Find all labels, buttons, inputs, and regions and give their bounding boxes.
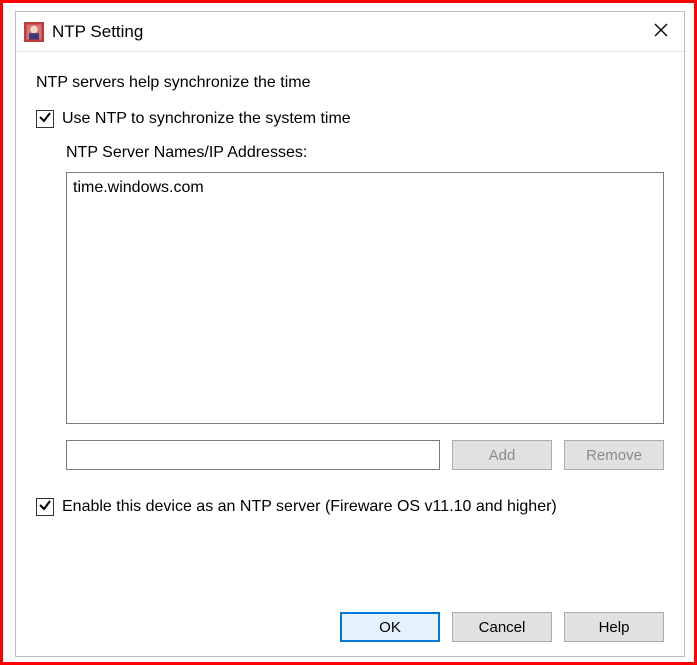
use-ntp-row: Use NTP to synchronize the system time <box>36 110 664 128</box>
server-listbox[interactable]: time.windows.com <box>66 172 664 424</box>
add-button[interactable]: Add <box>452 440 552 470</box>
enable-server-row: Enable this device as an NTP server (Fir… <box>36 498 664 516</box>
server-input-row: Add Remove <box>66 440 664 470</box>
server-list-label: NTP Server Names/IP Addresses: <box>66 144 664 162</box>
dialog-content: NTP servers help synchronize the time Us… <box>16 52 684 656</box>
window-title: NTP Setting <box>52 22 638 42</box>
help-button[interactable]: Help <box>564 612 664 642</box>
enable-server-label: Enable this device as an NTP server (Fir… <box>62 498 557 516</box>
remove-button[interactable]: Remove <box>564 440 664 470</box>
dialog-button-bar: OK Cancel Help <box>36 600 664 642</box>
server-name-input[interactable] <box>66 440 440 470</box>
enable-server-checkbox[interactable] <box>36 498 54 516</box>
ntp-server-section: NTP Server Names/IP Addresses: time.wind… <box>66 144 664 494</box>
check-icon <box>38 110 52 128</box>
intro-text: NTP servers help synchronize the time <box>36 74 664 92</box>
cancel-button[interactable]: Cancel <box>452 612 552 642</box>
check-icon <box>38 498 52 516</box>
close-icon <box>654 23 668 41</box>
close-button[interactable] <box>638 12 684 52</box>
ok-button[interactable]: OK <box>340 612 440 642</box>
ntp-setting-dialog: NTP Setting NTP servers help synchronize… <box>15 11 685 657</box>
app-icon <box>24 22 44 42</box>
list-item[interactable]: time.windows.com <box>73 177 657 199</box>
use-ntp-checkbox[interactable] <box>36 110 54 128</box>
use-ntp-label: Use NTP to synchronize the system time <box>62 110 351 128</box>
titlebar: NTP Setting <box>16 12 684 52</box>
